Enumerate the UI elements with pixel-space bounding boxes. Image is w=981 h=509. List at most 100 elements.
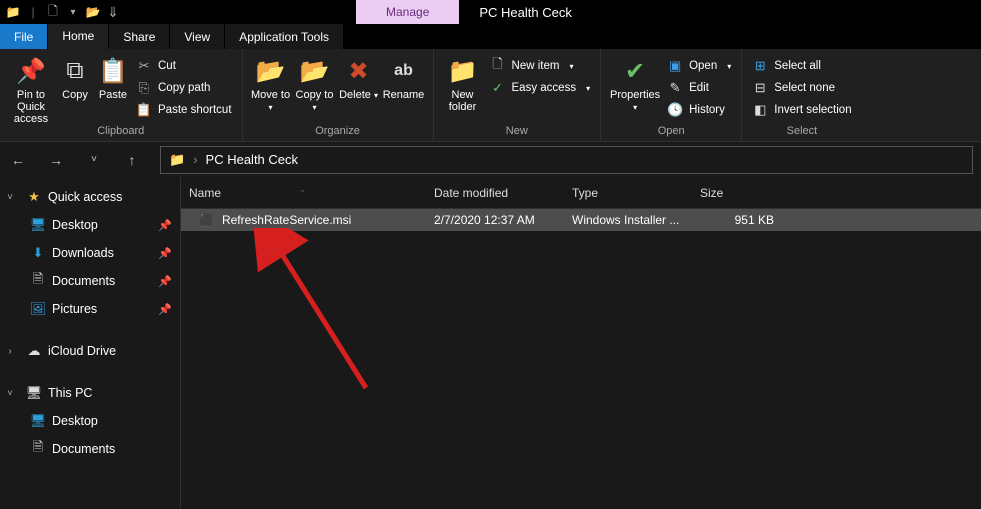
move-to-button[interactable]: 📂 Move to ▾	[249, 51, 293, 114]
group-clipboard-label: Clipboard	[6, 125, 236, 141]
chevron-down-icon: ▾	[374, 91, 378, 100]
file-name: RefreshRateService.msi	[222, 213, 351, 227]
easy-access-button[interactable]: ✓Easy access▾	[486, 77, 595, 99]
new-folder-icon: 📁	[447, 55, 479, 87]
sidebar-item-label: Downloads	[52, 246, 114, 260]
pin-quick-access-button[interactable]: 📌 Pin to Quick access	[6, 51, 56, 125]
select-all-button[interactable]: ⊞Select all	[748, 55, 855, 77]
sidebar-item-this-pc[interactable]: ˅ 🖥 This PC	[0, 379, 180, 407]
open-button[interactable]: ▣ Open ▾	[663, 55, 735, 77]
desktop-icon: 🖥	[30, 413, 46, 429]
sidebar-item-documents-2[interactable]: 🗎 Documents	[0, 435, 180, 463]
tab-application-tools[interactable]: Application Tools	[225, 24, 344, 49]
properties-button[interactable]: ✔ Properties ▾	[607, 51, 663, 114]
sidebar-item-desktop-2[interactable]: 🖥 Desktop	[0, 407, 180, 435]
delete-button[interactable]: ✖ Delete ▾	[337, 51, 381, 102]
column-size[interactable]: Size	[692, 186, 782, 200]
row-type: Windows Installer ...	[564, 213, 692, 227]
rename-button[interactable]: ab Rename	[381, 51, 427, 101]
title-bar: 📁 | 🗋 ▾ 📂 ⇓ Manage PC Health Ceck	[0, 0, 981, 24]
address-bar[interactable]: 📁 › PC Health Ceck	[160, 146, 973, 174]
new-folder-button[interactable]: 📁 New folder	[440, 51, 486, 113]
ribbon-tabs: File Home Share View Application Tools	[0, 24, 981, 49]
sidebar-item-pictures[interactable]: 🖼 Pictures 📌	[0, 295, 180, 323]
paste-button[interactable]: 📋 Paste	[94, 51, 132, 101]
column-name[interactable]: Nameˆ	[181, 186, 426, 200]
open-icon: ▣	[667, 58, 683, 74]
copy-icon: ⧉	[59, 55, 91, 87]
new-item-button[interactable]: 🗋New item▾	[486, 55, 595, 77]
open-label: Open	[689, 60, 717, 72]
copy-path-button[interactable]: ⎘ Copy path	[132, 77, 236, 99]
select-all-icon: ⊞	[752, 58, 768, 74]
group-open-label: Open	[607, 125, 735, 141]
document-icon[interactable]: 🗋	[44, 3, 62, 21]
installer-icon: ⬛	[199, 213, 214, 227]
sidebar-item-desktop[interactable]: 🖥 Desktop 📌	[0, 211, 180, 239]
copy-to-button[interactable]: 📂 Copy to ▾	[293, 51, 337, 114]
group-organize: 📂 Move to ▾ 📂 Copy to ▾ ✖ Delete ▾ ab Re…	[243, 49, 434, 141]
chevron-down-icon: ▾	[633, 103, 637, 112]
copy-path-label: Copy path	[158, 82, 210, 94]
group-select: ⊞Select all ⊟Select none ◧Invert selecti…	[742, 49, 861, 141]
table-row[interactable]: ⬛ RefreshRateService.msi 2/7/2020 12:37 …	[181, 209, 981, 231]
sidebar-item-label: Desktop	[52, 414, 98, 428]
tab-share[interactable]: Share	[109, 24, 170, 49]
chevron-down-icon: ▾	[727, 62, 731, 71]
back-button[interactable]: ←	[8, 150, 28, 170]
ribbon: 📌 Pin to Quick access ⧉ Copy 📋 Paste ✂Cu…	[0, 49, 981, 141]
cloud-icon: ☁	[26, 343, 42, 359]
invert-selection-icon: ◧	[752, 102, 768, 118]
row-date: 2/7/2020 12:37 AM	[426, 213, 564, 227]
sidebar-item-documents[interactable]: 🗎 Documents 📌	[0, 267, 180, 295]
easy-access-label: Easy access	[512, 82, 577, 94]
column-type[interactable]: Type	[564, 186, 692, 200]
chevron-down-icon: ˅	[0, 388, 20, 399]
forward-button[interactable]: →	[46, 150, 66, 170]
chevron-down-icon: ˅	[0, 192, 20, 203]
sort-asc-icon: ˆ	[301, 189, 304, 199]
sidebar-item-downloads[interactable]: ⬇ Downloads 📌	[0, 239, 180, 267]
cut-button[interactable]: ✂Cut	[132, 55, 236, 77]
desktop-icon: 🖥	[30, 217, 46, 233]
recent-locations-button[interactable]: ˅	[84, 150, 104, 170]
chevron-down-icon[interactable]: ▾	[64, 3, 82, 21]
paste-shortcut-label: Paste shortcut	[158, 104, 232, 116]
tab-home[interactable]: Home	[48, 24, 109, 49]
group-open: ✔ Properties ▾ ▣ Open ▾ ✎Edit 🕓History Ope…	[601, 49, 742, 141]
paste-shortcut-button[interactable]: 📋 Paste shortcut	[132, 99, 236, 121]
paste-shortcut-icon: 📋	[136, 102, 152, 118]
sidebar-item-icloud-drive[interactable]: › ☁ iCloud Drive	[0, 337, 180, 365]
breadcrumb[interactable]: PC Health Ceck	[206, 152, 298, 167]
copy-button[interactable]: ⧉ Copy	[56, 51, 94, 101]
rename-icon: ab	[388, 55, 420, 87]
easy-access-icon: ✓	[490, 80, 506, 96]
copy-path-icon: ⎘	[136, 80, 152, 96]
chevron-down-icon: ▾	[569, 62, 573, 71]
select-none-label: Select none	[774, 82, 835, 94]
properties-label: Properties ▾	[607, 89, 663, 114]
scissors-icon: ✂	[136, 58, 152, 74]
group-new: 📁 New folder 🗋New item▾ ✓Easy access▾ Ne…	[434, 49, 602, 141]
up-button[interactable]: ↑	[122, 150, 142, 170]
downloads-icon: ⬇	[30, 245, 46, 261]
sidebar-item-label: This PC	[48, 386, 92, 400]
invert-selection-button[interactable]: ◧Invert selection	[748, 99, 855, 121]
breadcrumb-separator-icon: ›	[193, 152, 197, 167]
divider-icon: |	[24, 3, 42, 21]
select-none-button[interactable]: ⊟Select none	[748, 77, 855, 99]
column-date[interactable]: Date modified	[426, 186, 564, 200]
history-button[interactable]: 🕓History	[663, 99, 735, 121]
overflow-icon[interactable]: ⇓	[104, 3, 122, 21]
tab-view[interactable]: View	[170, 24, 225, 49]
new-item-label: New item	[512, 60, 560, 72]
group-select-label: Select	[748, 125, 855, 141]
tab-file[interactable]: File	[0, 24, 48, 49]
pin-icon: 📌	[15, 55, 47, 87]
history-label: History	[689, 104, 725, 116]
sidebar-item-quick-access[interactable]: ˅ ★ Quick access	[0, 183, 180, 211]
group-clipboard: 📌 Pin to Quick access ⧉ Copy 📋 Paste ✂Cu…	[0, 49, 243, 141]
rename-label: Rename	[383, 89, 425, 101]
pc-icon: 🖥	[26, 385, 42, 401]
edit-button[interactable]: ✎Edit	[663, 77, 735, 99]
